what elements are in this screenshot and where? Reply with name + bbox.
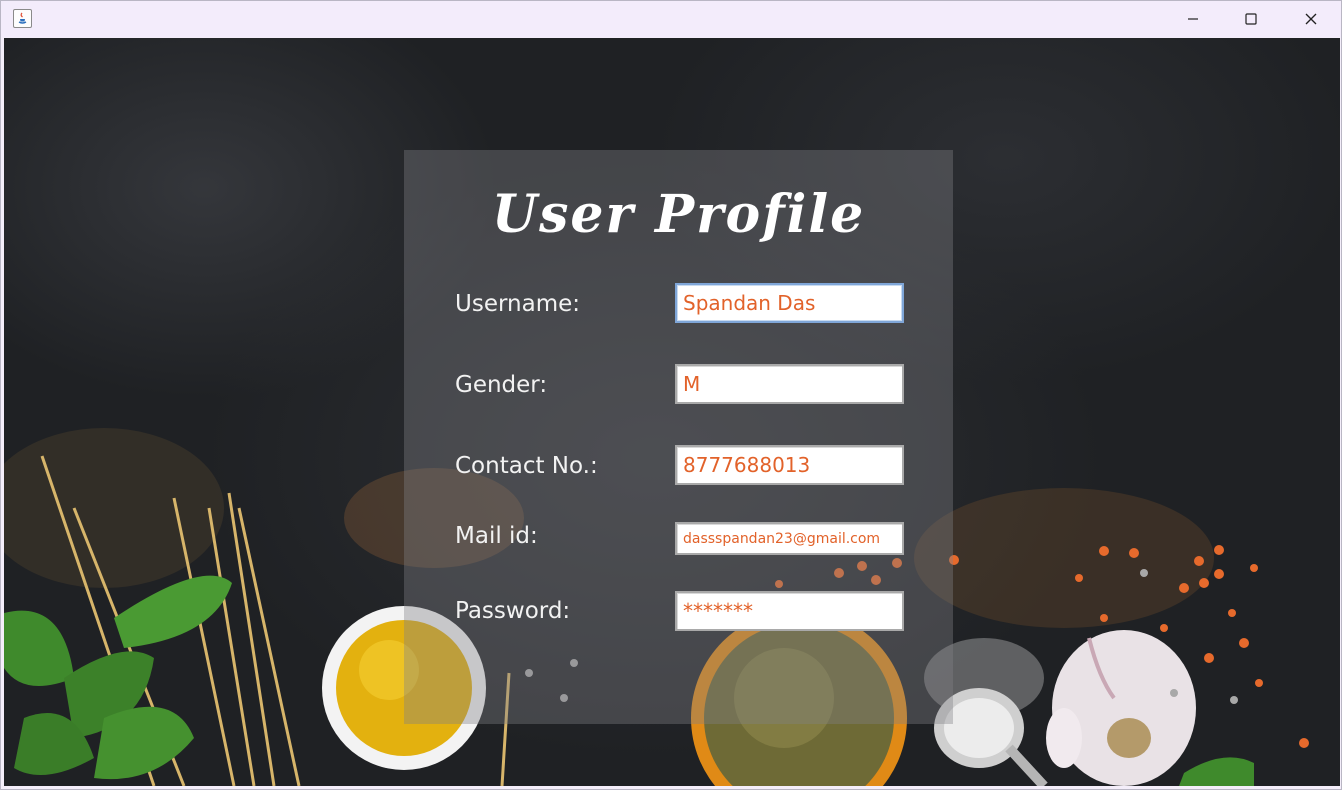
- form-title: User Profile: [491, 184, 866, 245]
- password-input[interactable]: [675, 591, 904, 631]
- maximize-button[interactable]: [1222, 1, 1280, 37]
- maximize-icon: [1245, 13, 1257, 25]
- title-bar: [1, 1, 1341, 37]
- minimize-icon: [1188, 18, 1198, 20]
- username-label: Username:: [455, 291, 580, 317]
- background-image: User Profile Username: Gender: Contact N…: [4, 38, 1340, 786]
- password-label: Password:: [455, 598, 571, 624]
- minimize-button[interactable]: [1164, 1, 1222, 37]
- app-window: User Profile Username: Gender: Contact N…: [0, 0, 1342, 790]
- username-input[interactable]: [675, 283, 904, 323]
- contact-number-input[interactable]: [675, 445, 904, 485]
- mail-id-label: Mail id:: [455, 523, 538, 549]
- gender-input[interactable]: [675, 364, 904, 404]
- close-icon: [1305, 13, 1317, 25]
- gender-label: Gender:: [455, 372, 548, 398]
- contact-number-label: Contact No.:: [455, 453, 598, 479]
- close-button[interactable]: [1282, 1, 1340, 37]
- mail-id-input[interactable]: [675, 522, 904, 555]
- java-app-icon[interactable]: [13, 9, 32, 28]
- user-profile-panel: User Profile Username: Gender: Contact N…: [404, 150, 953, 724]
